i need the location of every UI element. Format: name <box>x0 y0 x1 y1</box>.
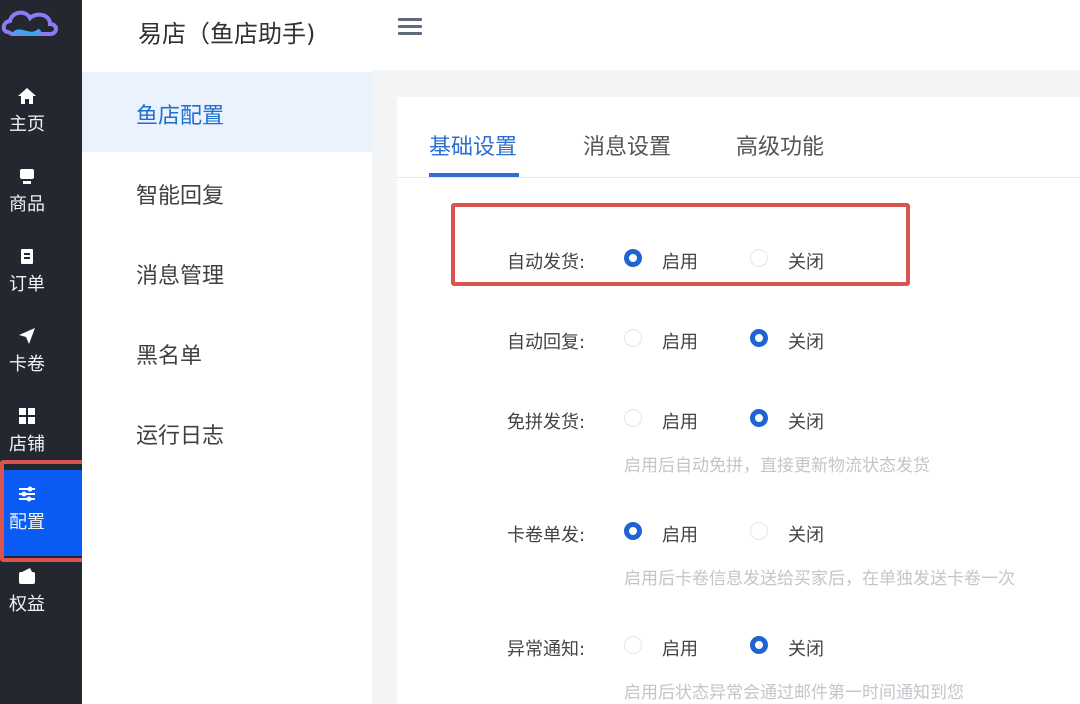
rail-item-label: 店铺 <box>9 434 45 455</box>
settings-tabs: 基础设置 消息设置 高级功能 <box>397 97 1080 178</box>
rail-item-products[interactable]: 商品 <box>0 160 82 240</box>
submenu-item-shop-config[interactable]: 鱼店配置 <box>82 72 372 152</box>
submenu-item-run-log[interactable]: 运行日志 <box>82 392 372 472</box>
setting-row-card-single-send: 卡卷单发: 启用 关闭 <box>397 513 1080 553</box>
submenu-item-message-manage[interactable]: 消息管理 <box>82 232 372 312</box>
grid-icon <box>17 406 37 426</box>
submenu-item-label: 鱼店配置 <box>136 104 225 129</box>
submenu-item-label: 运行日志 <box>136 424 225 449</box>
tab-message-settings[interactable]: 消息设置 <box>583 129 671 161</box>
menu-toggle-icon[interactable] <box>398 18 422 38</box>
setting-row-anomaly-notify: 异常通知: 启用 关闭 <box>397 627 1080 667</box>
tab-advanced-features[interactable]: 高级功能 <box>736 129 824 161</box>
submenu-item-smart-reply[interactable]: 智能回复 <box>82 152 372 232</box>
highlight-box-auto-delivery <box>451 203 910 286</box>
radio-unchecked-icon <box>624 409 642 427</box>
submenu-item-label: 黑名单 <box>136 344 203 369</box>
submenu-item-label: 消息管理 <box>136 264 225 289</box>
main-nav-rail: 主页 商品 订单 卡卷 店铺 配置 权益 <box>0 0 82 704</box>
radio-unchecked-icon <box>624 636 642 654</box>
top-header <box>372 0 1080 70</box>
wallet-icon <box>17 566 37 586</box>
setting-hint: 启用后卡卷信息发送给买家后，在单独发送卡卷一次 <box>624 569 1015 589</box>
radio-label: 启用 <box>662 332 698 353</box>
setting-label: 自动回复: <box>507 332 586 353</box>
setting-row-no-group-delivery: 免拼发货: 启用 关闭 <box>397 400 1080 440</box>
setting-hint: 启用后状态异常会通过邮件第一时间通知到您 <box>624 683 964 703</box>
clipboard-icon <box>17 246 37 266</box>
rail-item-cards[interactable]: 卡卷 <box>0 320 82 400</box>
radio-unchecked-icon <box>750 522 768 540</box>
app-title: 易店（鱼店助手) <box>138 20 316 48</box>
setting-label: 卡卷单发: <box>507 525 586 546</box>
radio-checked-icon <box>750 636 768 654</box>
rail-item-label: 权益 <box>9 594 45 615</box>
rail-item-label: 商品 <box>9 194 45 215</box>
radio-checked-icon <box>624 522 642 540</box>
tab-basic-settings[interactable]: 基础设置 <box>429 129 517 161</box>
rail-item-label: 卡卷 <box>9 354 45 375</box>
rail-item-label: 主页 <box>9 114 45 135</box>
radio-checked-icon <box>750 329 768 347</box>
rail-item-label: 订单 <box>9 274 45 295</box>
radio-unchecked-icon <box>624 329 642 347</box>
radio-label: 关闭 <box>788 525 824 546</box>
rail-item-orders[interactable]: 订单 <box>0 240 82 320</box>
radio-label: 启用 <box>662 639 698 660</box>
setting-hint: 启用后自动免拼，直接更新物流状态发货 <box>624 456 930 476</box>
rail-item-home[interactable]: 主页 <box>0 80 82 160</box>
home-icon <box>17 86 37 106</box>
setting-row-auto-reply: 自动回复: 启用 关闭 <box>397 320 1080 360</box>
submenu-item-label: 智能回复 <box>136 184 225 209</box>
cloud-logo-icon <box>1 10 58 36</box>
radio-checked-icon <box>750 409 768 427</box>
sub-menu: 易店（鱼店助手) 鱼店配置 智能回复 消息管理 黑名单 运行日志 <box>82 0 372 704</box>
paper-plane-icon <box>17 326 37 346</box>
radio-label: 启用 <box>662 412 698 433</box>
rail-item-benefits[interactable]: 权益 <box>0 560 82 640</box>
setting-label: 异常通知: <box>507 639 586 660</box>
radio-label: 关闭 <box>788 639 824 660</box>
radio-label: 启用 <box>662 525 698 546</box>
setting-label: 免拼发货: <box>507 412 586 433</box>
submenu-item-blacklist[interactable]: 黑名单 <box>82 312 372 392</box>
settings-card: 基础设置 消息设置 高级功能 自动发货: 启用 关闭 自动回复: 启用 关闭 免… <box>397 97 1080 704</box>
radio-label: 关闭 <box>788 332 824 353</box>
radio-label: 关闭 <box>788 412 824 433</box>
active-tab-indicator <box>429 173 519 177</box>
box-icon <box>17 166 37 186</box>
